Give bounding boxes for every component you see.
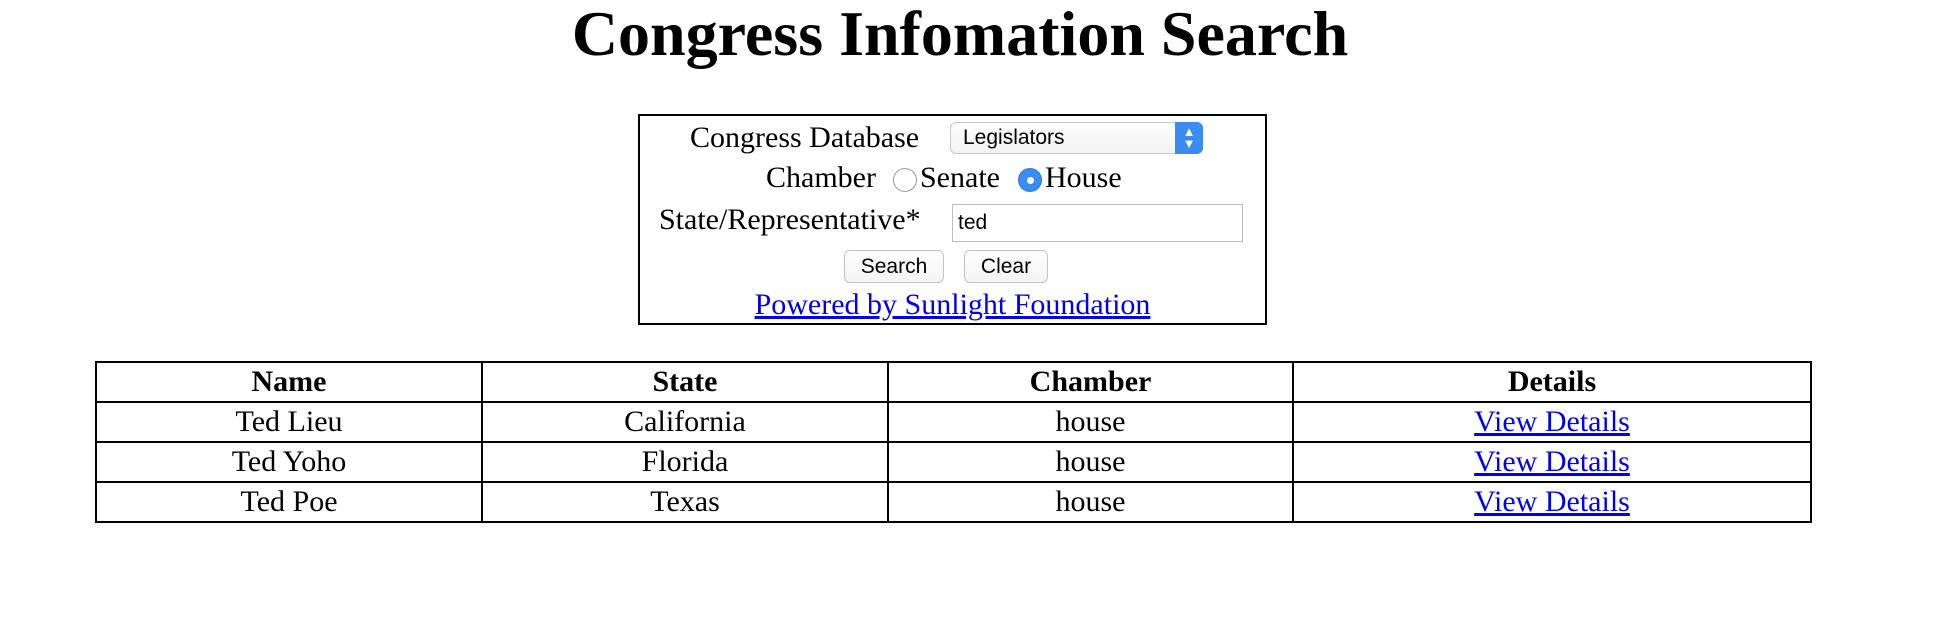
results-table: Name State Chamber Details Ted Lieu Cali… — [95, 361, 1812, 523]
cell-chamber: house — [887, 481, 1294, 523]
search-button[interactable]: Search — [844, 250, 944, 283]
state-representative-label: State/Representative* — [659, 203, 921, 236]
search-form: Congress Database Legislators ▲ ▼ Chamber… — [638, 114, 1267, 325]
cell-chamber: house — [887, 401, 1294, 443]
view-details-link[interactable]: View Details — [1474, 445, 1630, 478]
column-header-details: Details — [1292, 361, 1812, 403]
column-header-chamber: Chamber — [887, 361, 1294, 403]
table-row: Ted Lieu California house View Details — [95, 401, 1812, 443]
database-select[interactable]: Legislators ▲ ▼ — [950, 122, 1203, 154]
page-title: Congress Infomation Search — [571, 0, 1349, 69]
column-header-state: State — [481, 361, 889, 403]
senate-radio-label[interactable]: Senate — [920, 162, 1000, 194]
cell-details: View Details — [1292, 401, 1812, 443]
cell-name: Ted Lieu — [95, 401, 483, 443]
cell-state: California — [481, 401, 889, 443]
table-header-row: Name State Chamber Details — [95, 361, 1812, 403]
clear-button[interactable]: Clear — [964, 250, 1048, 283]
cell-details: View Details — [1292, 441, 1812, 483]
cell-details: View Details — [1292, 481, 1812, 523]
house-radio-label[interactable]: House — [1045, 162, 1122, 194]
select-arrows-icon: ▲ ▼ — [1175, 122, 1203, 154]
view-details-link[interactable]: View Details — [1474, 485, 1630, 518]
cell-state: Florida — [481, 441, 889, 483]
column-header-name: Name — [95, 361, 483, 403]
state-representative-input[interactable]: ted — [952, 204, 1243, 242]
view-details-link[interactable]: View Details — [1474, 405, 1630, 438]
table-row: Ted Yoho Florida house View Details — [95, 441, 1812, 483]
house-radio[interactable] — [1018, 168, 1042, 192]
cell-chamber: house — [887, 441, 1294, 483]
cell-state: Texas — [481, 481, 889, 523]
senate-radio[interactable] — [893, 168, 917, 192]
cell-name: Ted Yoho — [95, 441, 483, 483]
table-row: Ted Poe Texas house View Details — [95, 481, 1812, 523]
cell-name: Ted Poe — [95, 481, 483, 523]
database-select-value: Legislators — [963, 126, 1065, 149]
database-label: Congress Database — [690, 121, 920, 154]
chamber-label: Chamber — [766, 161, 876, 194]
powered-by-link[interactable]: Powered by Sunlight Foundation — [755, 288, 1151, 321]
